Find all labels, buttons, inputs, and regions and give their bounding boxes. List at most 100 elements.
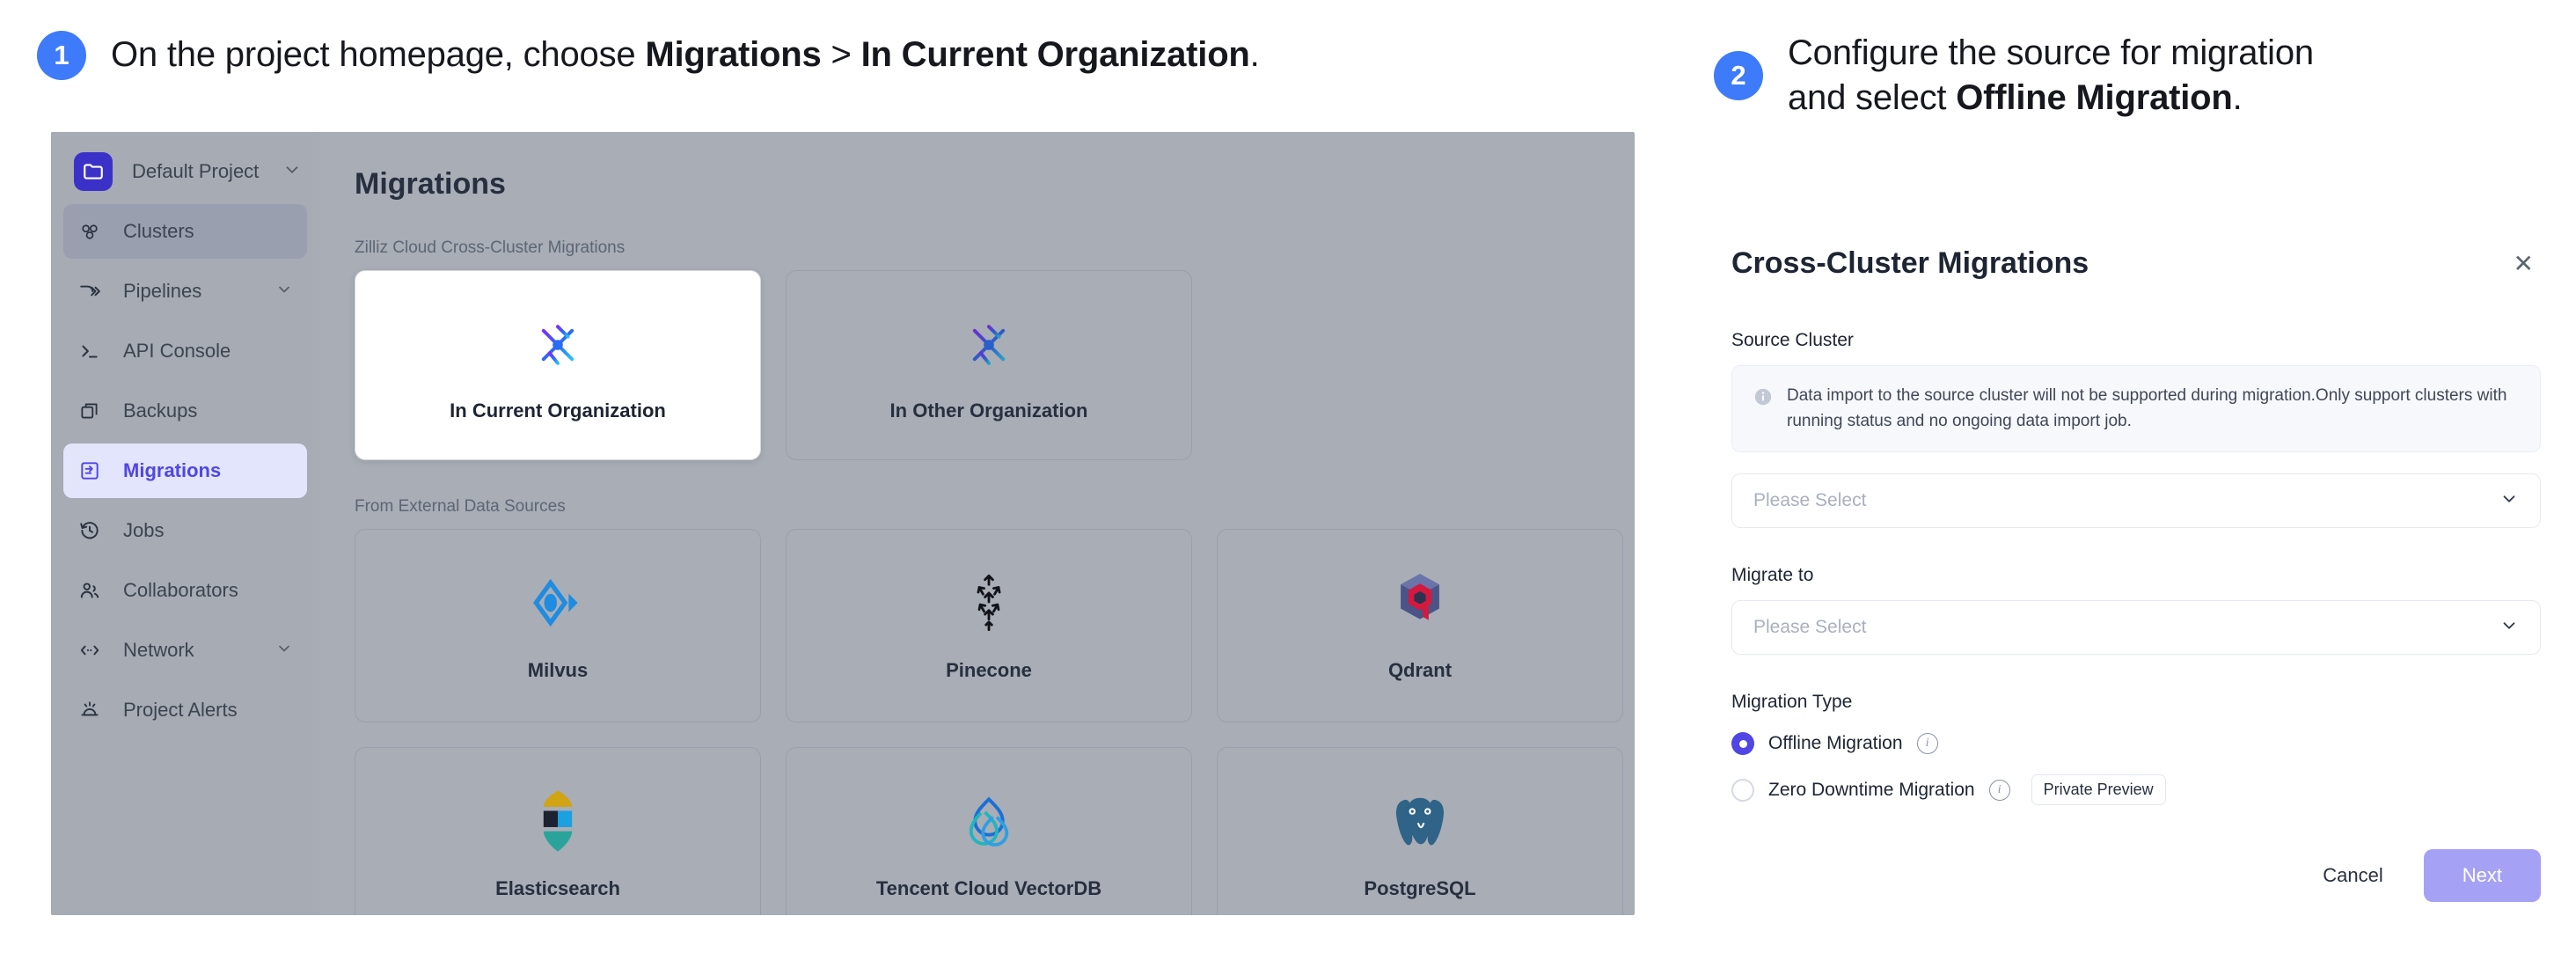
sidebar-item-label: Network	[123, 639, 194, 661]
source-card-postgresql[interactable]: PostgreSQL	[1217, 747, 1623, 915]
postgresql-icon	[1389, 788, 1451, 854]
step-1-bold-migrations: Migrations	[645, 35, 822, 75]
info-circle-icon[interactable]: i	[1988, 779, 2010, 801]
radio-label: Offline Migration	[1768, 733, 1903, 753]
backups-icon	[76, 397, 104, 425]
source-card-label: Elasticsearch	[495, 877, 620, 899]
sidebar-item-project-alerts[interactable]: Project Alerts	[63, 683, 307, 737]
source-card-pinecone[interactable]: Pinecone	[786, 529, 1192, 722]
chevron-down-icon	[275, 281, 293, 303]
terminal-icon	[76, 337, 104, 365]
sidebar-item-label: Backups	[123, 400, 198, 422]
clusters-icon	[76, 217, 104, 246]
folder-icon	[74, 152, 113, 191]
migration-type-label: Migration Type	[1731, 692, 1853, 712]
source-cluster-placeholder: Please Select	[1753, 490, 1867, 510]
chevron-down-icon	[2499, 616, 2519, 640]
source-cluster-label: Source Cluster	[1731, 330, 1854, 350]
migrate-to-placeholder: Please Select	[1753, 617, 1867, 637]
step-2-section: 2 Configure the source for migration and…	[1698, 0, 2576, 953]
source-cluster-select[interactable]: Please Select	[1731, 473, 2541, 528]
step-1-separator: >	[821, 35, 861, 75]
radio-button[interactable]	[1731, 732, 1754, 755]
close-icon[interactable]: ✕	[2506, 248, 2541, 280]
sidebar-item-backups[interactable]: Backups	[63, 384, 307, 438]
sidebar-item-api-console[interactable]: API Console	[63, 324, 307, 378]
sidebar-item-label: Project Alerts	[123, 699, 238, 721]
status-badge: Private Preview	[2031, 774, 2166, 805]
chevron-down-icon	[2499, 489, 2519, 513]
collaborators-icon	[76, 576, 104, 605]
info-circle-icon[interactable]: i	[1916, 733, 1938, 754]
dialog-title: Cross-Cluster Migrations	[1731, 246, 2089, 280]
sidebar-item-label: Jobs	[123, 519, 165, 541]
migrations-icon	[76, 457, 104, 485]
milvus-icon	[529, 569, 587, 636]
jobs-icon	[76, 517, 104, 545]
chevron-down-icon	[275, 640, 293, 662]
sidebar-item-migrations[interactable]: Migrations	[63, 444, 307, 498]
step-1-badge: 1	[37, 31, 86, 80]
radio-offline-migration[interactable]: Offline Migration i	[1731, 732, 2541, 755]
step-2-text: Configure the source for migration and s…	[1788, 31, 2314, 121]
source-card-row-1: Milvus Pinecone Qdrant	[355, 529, 1623, 722]
source-card-qdrant[interactable]: Qdrant	[1217, 529, 1623, 722]
source-card-tencent-cloud-vectordb[interactable]: Tencent Cloud VectorDB	[786, 747, 1192, 915]
screenshot-main-area: Migrations Zilliz Cloud Cross-Cluster Mi…	[319, 132, 1635, 915]
radio-label: Zero Downtime Migration	[1768, 779, 1975, 800]
chevron-down-icon	[282, 160, 302, 184]
step-2-heading: 2 Configure the source for migration and…	[1698, 0, 2576, 121]
project-selector[interactable]: Default Project	[51, 144, 319, 199]
card-label: In Current Organization	[450, 400, 666, 422]
qdrant-icon	[1394, 569, 1445, 636]
elasticsearch-icon	[533, 788, 582, 854]
tencent-cloud-icon	[957, 788, 1021, 854]
cross-cluster-migrations-dialog: Cross-Cluster Migrations ✕ Source Cluste…	[1731, 246, 2541, 805]
source-card-milvus[interactable]: Milvus	[355, 529, 761, 722]
section-label-external-sources: From External Data Sources	[355, 497, 566, 516]
sidebar-item-label: Clusters	[123, 220, 194, 242]
alert-text: Data import to the source cluster will n…	[1787, 386, 2507, 430]
zilliz-star-icon	[525, 308, 590, 382]
sidebar-item-jobs[interactable]: Jobs	[63, 503, 307, 558]
sidebar-item-network[interactable]: Network	[63, 623, 307, 678]
source-card-label: PostgreSQL	[1364, 877, 1476, 899]
pinecone-icon	[963, 569, 1014, 636]
pipelines-icon	[76, 277, 104, 305]
step-2-line-1: Configure the source for migration	[1788, 33, 2314, 72]
migrate-to-label: Migrate to	[1731, 565, 1814, 585]
section-label-cross-cluster: Zilliz Cloud Cross-Cluster Migrations	[355, 238, 626, 257]
step-2-line-2-before: and select	[1788, 78, 1957, 118]
source-card-label: Pinecone	[946, 659, 1032, 681]
page-root: 1 On the project homepage, choose Migrat…	[0, 0, 2576, 953]
sidebar-item-clusters[interactable]: Clusters	[63, 204, 307, 259]
project-name: Default Project	[132, 160, 260, 182]
sidebar-item-pipelines[interactable]: Pipelines	[63, 264, 307, 319]
card-label: In Other Organization	[889, 400, 1088, 422]
dialog-header: Cross-Cluster Migrations ✕	[1731, 246, 2541, 281]
sidebar-item-label: Collaborators	[123, 579, 238, 601]
source-card-label: Milvus	[527, 659, 589, 681]
zilliz-star-icon	[956, 308, 1021, 382]
migrate-to-select[interactable]: Please Select	[1731, 600, 2541, 655]
info-icon	[1753, 387, 1773, 434]
source-card-elasticsearch[interactable]: Elasticsearch	[355, 747, 761, 915]
cross-cluster-card-row: In Current Organization In Other Organiz…	[355, 270, 1599, 460]
card-in-current-organization[interactable]: In Current Organization	[355, 270, 761, 460]
card-in-other-organization[interactable]: In Other Organization	[786, 270, 1192, 460]
radio-button[interactable]	[1731, 778, 1754, 802]
sidebar-item-collaborators[interactable]: Collaborators	[63, 563, 307, 618]
app-sidebar: Default Project Clusters Pipelines API C…	[51, 132, 319, 915]
sidebar-item-label: Migrations	[123, 459, 222, 481]
cancel-button[interactable]: Cancel	[2314, 854, 2391, 898]
alerts-icon	[76, 696, 104, 724]
radio-zero-downtime-migration[interactable]: Zero Downtime Migration i Private Previe…	[1731, 774, 2541, 805]
sidebar-item-label: API Console	[123, 340, 231, 362]
page-title: Migrations	[355, 167, 506, 201]
next-button[interactable]: Next	[2423, 849, 2541, 902]
source-card-label: Tencent Cloud VectorDB	[875, 877, 1102, 899]
step-1-bold-in-current-org: In Current Organization	[860, 35, 1250, 75]
step-2-badge: 2	[1714, 51, 1763, 101]
step-2-line-2-after: .	[2232, 78, 2243, 118]
